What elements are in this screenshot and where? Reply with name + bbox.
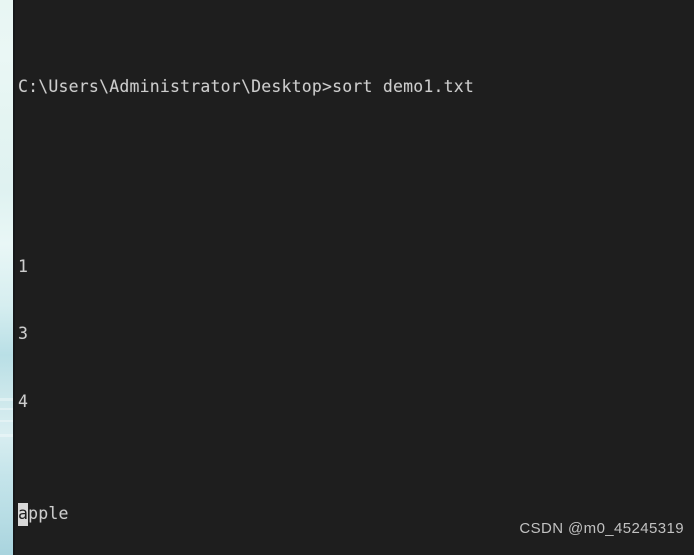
- wallpaper-highlight: [0, 434, 13, 437]
- text-cursor: a: [18, 503, 29, 526]
- command-prompt-window[interactable]: C:\Users\Administrator\Desktop>sort demo…: [15, 0, 694, 555]
- wallpaper-highlight: [0, 420, 13, 422]
- output-line-4-remainder: pple: [28, 504, 69, 523]
- desktop-wallpaper-strip: [0, 0, 13, 555]
- output-line-1: 1: [18, 256, 29, 276]
- output-line-3: 4: [18, 391, 29, 411]
- prompt-command-line: C:\Users\Administrator\Desktop>sort demo…: [18, 76, 475, 96]
- screenshot-root: C:\Users\Administrator\Desktop>sort demo…: [0, 0, 694, 555]
- console-output-area[interactable]: C:\Users\Administrator\Desktop>sort demo…: [18, 8, 690, 555]
- wallpaper-highlight: [0, 398, 13, 401]
- output-line-2: 3: [18, 324, 29, 343]
- csdn-watermark: CSDN @m0_45245319: [519, 520, 684, 537]
- wallpaper-highlight: [0, 408, 13, 410]
